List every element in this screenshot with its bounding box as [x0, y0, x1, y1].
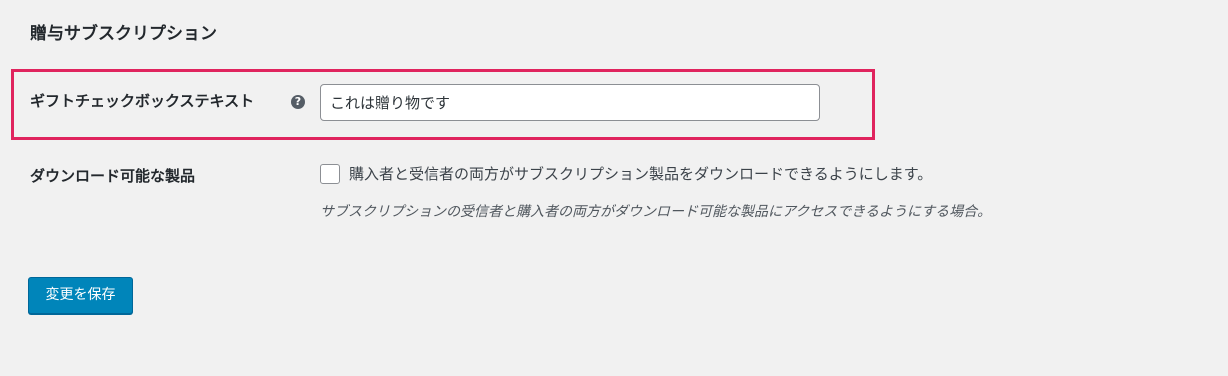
question-circle-icon[interactable]: ? — [291, 95, 305, 109]
section-title: 贈与サブスクリプション — [30, 24, 217, 44]
downloadable-description: サブスクリプションの受信者と購入者の両方がダウンロード可能な製品にアクセスできる… — [320, 204, 992, 220]
downloadable-products-label: ダウンロード可能な製品 — [30, 167, 196, 185]
downloadable-checkbox-label[interactable]: 購入者と受信者の両方がサブスクリプション製品をダウンロードできるようにします。 — [349, 164, 932, 184]
save-changes-button[interactable]: 変更を保存 — [28, 277, 133, 314]
downloadable-checkbox[interactable] — [320, 164, 340, 184]
gift-checkbox-text-input[interactable] — [320, 84, 820, 121]
gift-checkbox-text-label: ギフトチェックボックステキスト — [30, 92, 255, 110]
